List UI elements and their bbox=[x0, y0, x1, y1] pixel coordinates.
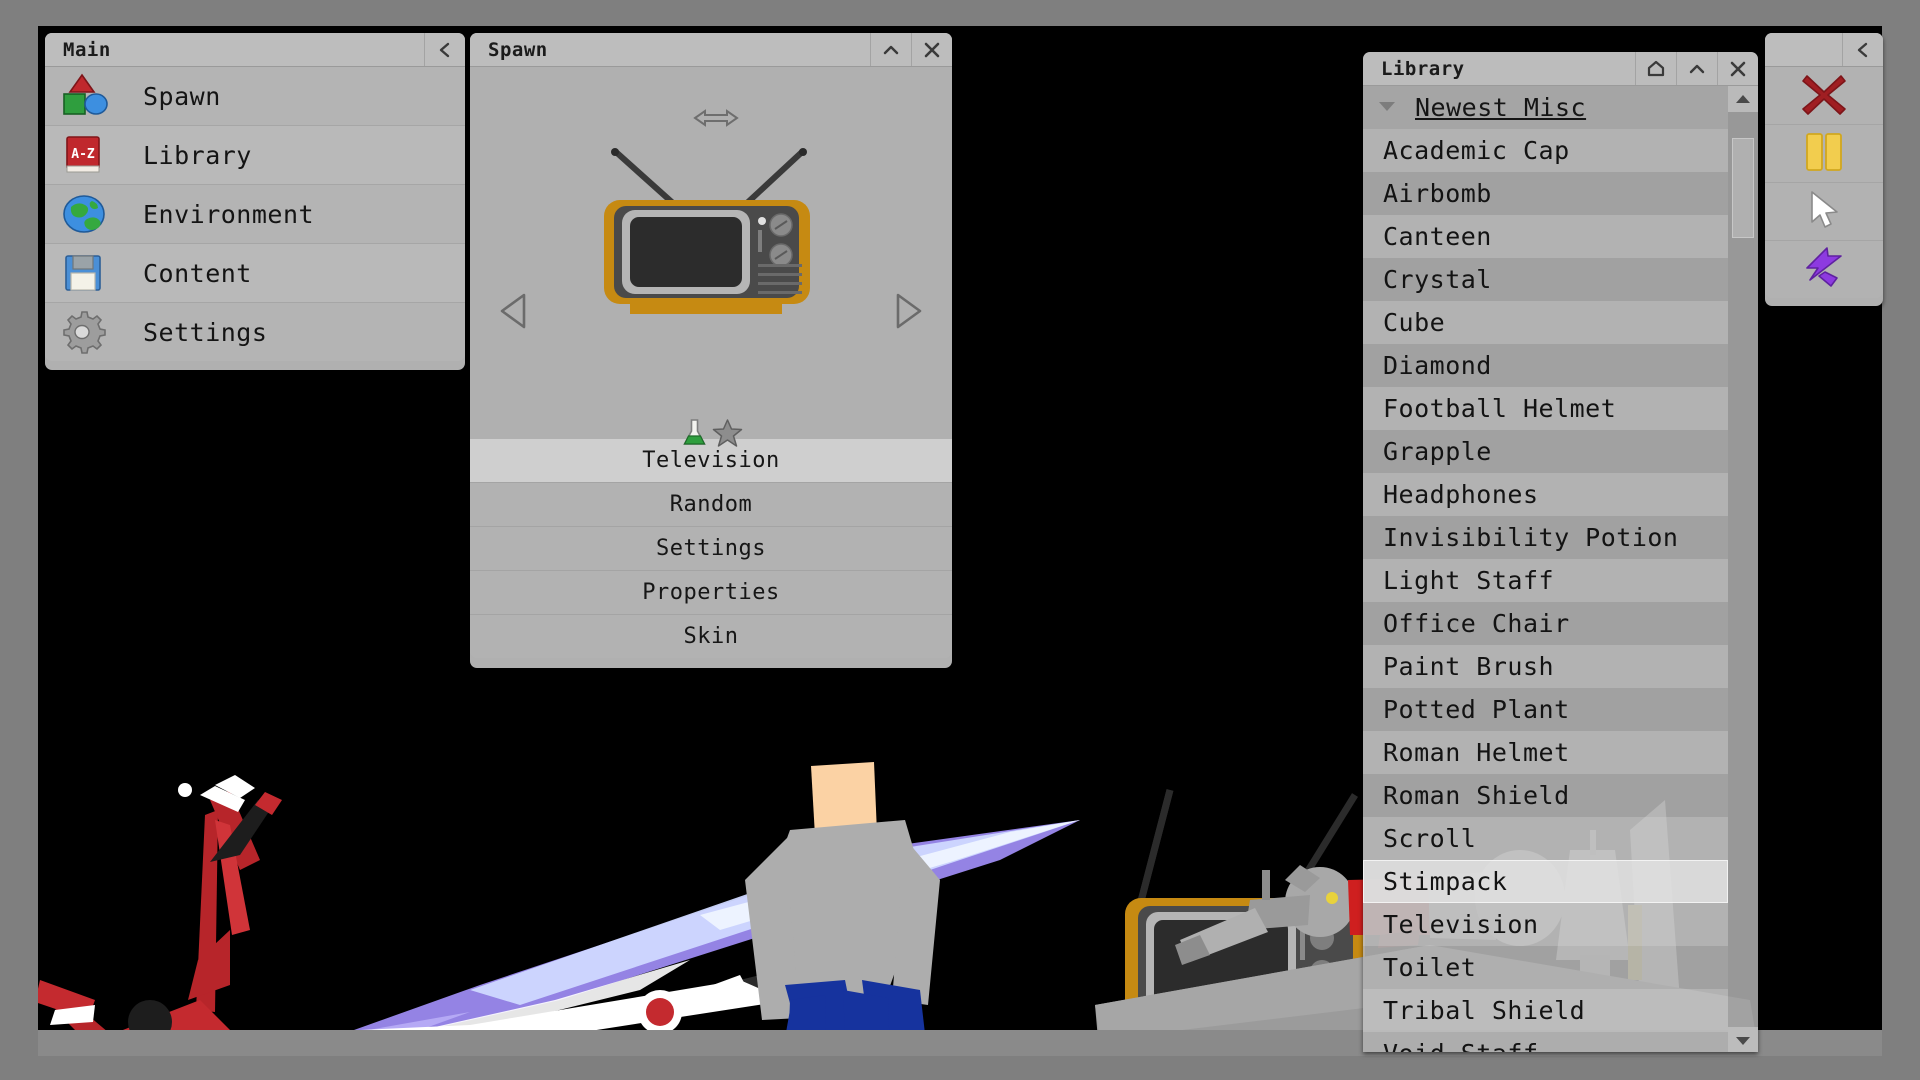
sidebar-item-label: Library bbox=[143, 140, 252, 170]
library-item-list[interactable]: Newest Misc Academic Cap Airbomb Canteen Cr… bbox=[1363, 86, 1728, 1052]
sidebar-item-environment[interactable]: Environment bbox=[45, 185, 465, 244]
cursor-tool-button[interactable] bbox=[1765, 183, 1883, 241]
gear-icon bbox=[59, 307, 115, 357]
floppy-disk-icon bbox=[59, 248, 115, 298]
library-list-item[interactable]: Canteen bbox=[1363, 215, 1728, 258]
library-list-item[interactable]: Paint Brush bbox=[1363, 645, 1728, 688]
library-list-item[interactable]: Television bbox=[1363, 903, 1728, 946]
delete-tool-button[interactable] bbox=[1765, 67, 1883, 125]
library-scroll-track[interactable] bbox=[1728, 112, 1758, 1027]
library-list-item[interactable]: Cube bbox=[1363, 301, 1728, 344]
yellow-pause-icon bbox=[1802, 131, 1846, 177]
spawn-preview-television-icon bbox=[596, 142, 826, 326]
library-list-item[interactable]: Academic Cap bbox=[1363, 129, 1728, 172]
shapes-icon bbox=[59, 71, 115, 121]
library-scrollbar[interactable] bbox=[1728, 86, 1758, 1052]
home-icon[interactable] bbox=[1635, 52, 1676, 85]
spawn-skin-button[interactable]: Skin bbox=[470, 615, 952, 658]
main-panel-titlebar[interactable]: Main bbox=[45, 33, 465, 67]
library-panel: Library Newest Misc Academic Cap Airbomb… bbox=[1363, 52, 1758, 1052]
library-scroll-thumb[interactable] bbox=[1732, 138, 1754, 238]
chevron-left-icon[interactable] bbox=[1842, 33, 1883, 66]
chevron-up-icon[interactable] bbox=[1676, 52, 1717, 85]
triangle-left-icon[interactable] bbox=[498, 292, 532, 334]
horizontal-resize-arrow-icon[interactable] bbox=[681, 107, 741, 133]
spawn-random-button[interactable]: Random bbox=[470, 483, 952, 527]
triangle-right-icon[interactable] bbox=[890, 292, 924, 334]
red-x-icon bbox=[1800, 72, 1848, 120]
flask-icon bbox=[680, 417, 710, 453]
sidebar-item-content[interactable]: Content bbox=[45, 244, 465, 303]
library-list-item[interactable]: Airbomb bbox=[1363, 172, 1728, 215]
white-cursor-icon bbox=[1804, 189, 1844, 235]
library-list-item[interactable]: Invisibility Potion bbox=[1363, 516, 1728, 559]
library-list-item[interactable]: Headphones bbox=[1363, 473, 1728, 516]
lightning-tool-button[interactable] bbox=[1765, 241, 1883, 298]
tool-panel-titlebar[interactable] bbox=[1765, 33, 1883, 67]
library-list-item[interactable]: Toilet bbox=[1363, 946, 1728, 989]
caret-down-icon[interactable] bbox=[1377, 98, 1397, 117]
library-list-item[interactable]: Roman Helmet bbox=[1363, 731, 1728, 774]
globe-icon bbox=[59, 189, 115, 239]
spawn-settings-button[interactable]: Settings bbox=[470, 527, 952, 571]
tool-panel bbox=[1765, 33, 1883, 306]
svg-text:A-Z: A-Z bbox=[71, 147, 95, 162]
purple-lightning-icon bbox=[1801, 246, 1847, 294]
library-list-item[interactable]: Light Staff bbox=[1363, 559, 1728, 602]
star-icon bbox=[712, 418, 743, 452]
scroll-up-arrow-icon[interactable] bbox=[1728, 86, 1758, 112]
library-group-label: Newest Misc bbox=[1415, 93, 1587, 122]
spawn-panel-title: Spawn bbox=[488, 38, 548, 61]
library-list-item[interactable]: Office Chair bbox=[1363, 602, 1728, 645]
library-list-item[interactable]: Tribal Shield bbox=[1363, 989, 1728, 1032]
sidebar-item-label: Content bbox=[143, 258, 252, 288]
sidebar-item-label: Spawn bbox=[143, 81, 221, 111]
library-list-item[interactable]: Diamond bbox=[1363, 344, 1728, 387]
main-panel-title: Main bbox=[63, 38, 111, 61]
sidebar-item-label: Settings bbox=[143, 317, 268, 347]
spawn-badges bbox=[680, 417, 743, 453]
book-az-icon: A-Z bbox=[59, 130, 115, 180]
spawn-preview-area[interactable] bbox=[470, 67, 952, 447]
spawn-panel: Spawn Television Random Settings Propert… bbox=[470, 33, 952, 668]
library-panel-titlebar[interactable]: Library bbox=[1363, 52, 1758, 86]
library-list-item[interactable]: Roman Shield bbox=[1363, 774, 1728, 817]
main-panel: Main Spawn A-Z Library Environment Conte… bbox=[45, 33, 465, 370]
library-panel-title: Library bbox=[1381, 57, 1465, 80]
sidebar-item-label: Environment bbox=[143, 199, 315, 229]
scroll-down-arrow-icon[interactable] bbox=[1728, 1027, 1758, 1052]
library-list-item[interactable]: Football Helmet bbox=[1363, 387, 1728, 430]
chevron-up-icon[interactable] bbox=[870, 33, 911, 66]
sidebar-item-library[interactable]: A-Z Library bbox=[45, 126, 465, 185]
pause-tool-button[interactable] bbox=[1765, 125, 1883, 183]
library-list-item[interactable]: Stimpack bbox=[1363, 860, 1728, 903]
library-list-item[interactable]: Scroll bbox=[1363, 817, 1728, 860]
chevron-left-icon[interactable] bbox=[424, 33, 465, 66]
library-list-item[interactable]: Potted Plant bbox=[1363, 688, 1728, 731]
close-icon[interactable] bbox=[911, 33, 952, 66]
spawn-panel-titlebar[interactable]: Spawn bbox=[470, 33, 952, 67]
sidebar-item-spawn[interactable]: Spawn bbox=[45, 67, 465, 126]
library-list-item[interactable]: Grapple bbox=[1363, 430, 1728, 473]
library-list-item[interactable]: Void Staff bbox=[1363, 1032, 1728, 1052]
close-icon[interactable] bbox=[1717, 52, 1758, 85]
library-group-header[interactable]: Newest Misc bbox=[1363, 86, 1728, 129]
sidebar-item-settings[interactable]: Settings bbox=[45, 303, 465, 361]
app-root: Main Spawn A-Z Library Environment Conte… bbox=[0, 0, 1920, 1080]
library-body: Newest Misc Academic Cap Airbomb Canteen Cr… bbox=[1363, 86, 1758, 1052]
spawn-properties-button[interactable]: Properties bbox=[470, 571, 952, 615]
library-list-item[interactable]: Crystal bbox=[1363, 258, 1728, 301]
